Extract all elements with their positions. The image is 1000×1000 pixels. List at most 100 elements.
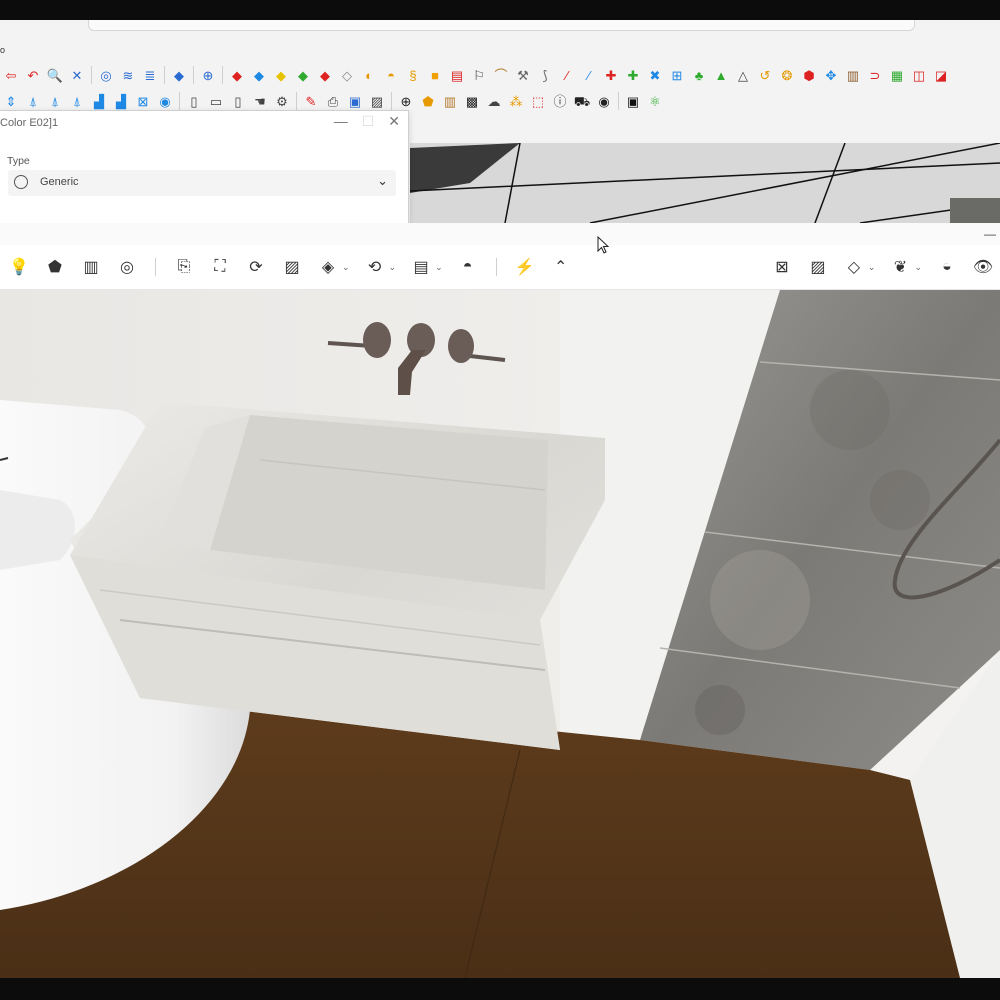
settings-dots-icon[interactable]: ⁂ (507, 92, 525, 110)
cube-red-icon[interactable]: ◪ (932, 66, 950, 84)
pin-down-icon[interactable]: ⍋ (24, 92, 42, 110)
white-diamond-icon[interactable]: ◇ (338, 66, 356, 84)
table-icon[interactable]: ▤ (448, 66, 466, 84)
bolt-button[interactable]: ⚡ (514, 256, 536, 278)
printer-icon[interactable]: ⎙ (324, 92, 342, 110)
leaf-button[interactable]: ❦ ⌄ (889, 256, 922, 278)
pin-blue-icon[interactable]: ⍋ (46, 92, 64, 110)
component-icon[interactable]: ◆ (170, 66, 188, 84)
spiral-icon[interactable]: § (404, 66, 422, 84)
material-button[interactable]: ◎ (116, 256, 138, 278)
stack-icon[interactable]: ≣ (141, 66, 159, 84)
minimize-icon[interactable]: — (984, 227, 996, 241)
warning-icon[interactable]: △ (734, 66, 752, 84)
yellow-diamond-icon[interactable]: ◆ (272, 66, 290, 84)
capture-button[interactable]: ⛶ (209, 256, 231, 278)
paste-icon[interactable]: ▨ (368, 92, 386, 110)
box-icon[interactable]: ▥ (844, 66, 862, 84)
bend-icon[interactable]: ↺ (756, 66, 774, 84)
undo-icon[interactable]: ↶ (24, 66, 42, 84)
document-cursor-button[interactable]: ⎘ (173, 256, 195, 278)
move-icon[interactable]: ✥ (822, 66, 840, 84)
picture-button[interactable]: ▨ (807, 256, 829, 278)
export-exe-button[interactable]: ▤ ⌄ (410, 256, 443, 278)
blue-x-icon[interactable]: ✖ (646, 66, 664, 84)
blue-diamond-icon[interactable]: ◆ (250, 66, 268, 84)
swirl-icon[interactable]: ❂ (778, 66, 796, 84)
gear-icon[interactable]: ⚙ (273, 92, 291, 110)
person-button[interactable]: ◒ (936, 256, 958, 278)
library-button[interactable]: ▥ (80, 256, 102, 278)
lamp-icon[interactable]: ♣ (690, 66, 708, 84)
shield-icon[interactable]: ⬟ (419, 92, 437, 110)
host-viewport[interactable] (410, 143, 1000, 223)
export-icon[interactable]: ⬚ (529, 92, 547, 110)
cloud-icon[interactable]: ☁ (485, 92, 503, 110)
chevron-up-button[interactable]: ⌃ (550, 256, 572, 278)
orange-arc-icon[interactable]: ◓ (382, 66, 400, 84)
arrow-left-icon[interactable]: ⇦ (2, 66, 20, 84)
cubes-icon[interactable]: ◫ (910, 66, 928, 84)
app-logo-icon[interactable]: ▣ (624, 92, 642, 110)
zoom-extents-icon[interactable]: ✕ (68, 66, 86, 84)
type-select[interactable]: Generic ⌄ (8, 170, 396, 196)
info-icon[interactable]: ⓘ (551, 92, 569, 110)
maximize-icon[interactable]: ☐ (362, 113, 375, 130)
red-cross-icon[interactable]: ✚ (602, 66, 620, 84)
red-path-icon[interactable]: ⁄ (558, 66, 576, 84)
stairs-icon[interactable]: ▟ (90, 92, 108, 110)
x-grid-icon[interactable]: ⊠ (134, 92, 152, 110)
render-viewport[interactable] (0, 290, 1000, 978)
flag-icon[interactable]: ⚐ (470, 66, 488, 84)
panorama-button[interactable]: ⟳ (245, 256, 267, 278)
zoom-icon[interactable]: 🔍 (46, 66, 64, 84)
pyramid-icon[interactable]: ▲ (712, 66, 730, 84)
door-icon[interactable]: ▯ (185, 92, 203, 110)
pin-left-icon[interactable]: ⍋ (68, 92, 86, 110)
image-button[interactable]: ▨ (281, 256, 303, 278)
stairs-up-icon[interactable]: ▟ (112, 92, 130, 110)
video-button[interactable]: ◈ ⌄ (317, 256, 350, 278)
blocks-icon[interactable]: ▦ (888, 66, 906, 84)
layers-icon[interactable]: ≋ (119, 66, 137, 84)
chevron-down-icon[interactable]: ⌄ (914, 262, 922, 273)
search-globe-icon[interactable]: ⊕ (199, 66, 217, 84)
close-icon[interactable]: ✕ (388, 113, 400, 130)
eye-icon[interactable]: ◉ (156, 92, 174, 110)
chevron-down-icon[interactable]: ⌄ (342, 262, 350, 273)
bridge-icon[interactable]: ⌒ (492, 66, 510, 84)
chevron-down-icon[interactable]: ⌄ (435, 262, 443, 273)
selected-tool-icon[interactable]: ▣ (346, 92, 364, 110)
account-icon[interactable]: ◉ (595, 92, 613, 110)
orange-square-icon[interactable]: ■ (426, 66, 444, 84)
checker-icon[interactable]: ▩ (463, 92, 481, 110)
brush-icon[interactable]: ✎ (302, 92, 320, 110)
plus-circle-icon[interactable]: ⊕ (397, 92, 415, 110)
books-icon[interactable]: ▥ (441, 92, 459, 110)
pin-icon[interactable]: ⬢ (800, 66, 818, 84)
red-diamond-icon[interactable]: ◆ (316, 66, 334, 84)
chevron-down-icon[interactable]: ⌄ (868, 262, 876, 273)
minimize-icon[interactable]: — (334, 113, 348, 130)
orange-ring-icon[interactable]: ◐ (360, 66, 378, 84)
bulb-button[interactable]: 💡 (8, 256, 30, 278)
cube-button[interactable]: ◇ ⌄ (843, 256, 876, 278)
blue-path-icon[interactable]: ⁄ (580, 66, 598, 84)
vr-button[interactable]: ◓ (457, 256, 479, 278)
globe-icon[interactable]: ◎ (97, 66, 115, 84)
green-diamond-icon[interactable]: ◆ (294, 66, 312, 84)
green-cross-icon[interactable]: ✚ (624, 66, 642, 84)
hand-icon[interactable]: ☚ (251, 92, 269, 110)
wrench-icon[interactable]: ⚒ (514, 66, 532, 84)
map-button[interactable]: ⊠ (771, 256, 793, 278)
scale-icon[interactable]: ⇕ (2, 92, 20, 110)
molecule-icon[interactable]: ⚛ (646, 92, 664, 110)
cart-icon[interactable]: ⛟ (573, 92, 591, 110)
chevron-down-icon[interactable]: ⌄ (389, 262, 397, 273)
magnet-icon[interactable]: ⊃ (866, 66, 884, 84)
window-icon[interactable]: ▭ (207, 92, 225, 110)
shield-light-button[interactable]: ⬟ (44, 256, 66, 278)
view-360-button[interactable]: ⟲ ⌄ (364, 256, 397, 278)
panel-icon[interactable]: ▯ (229, 92, 247, 110)
red-cube-icon[interactable]: ◆ (228, 66, 246, 84)
